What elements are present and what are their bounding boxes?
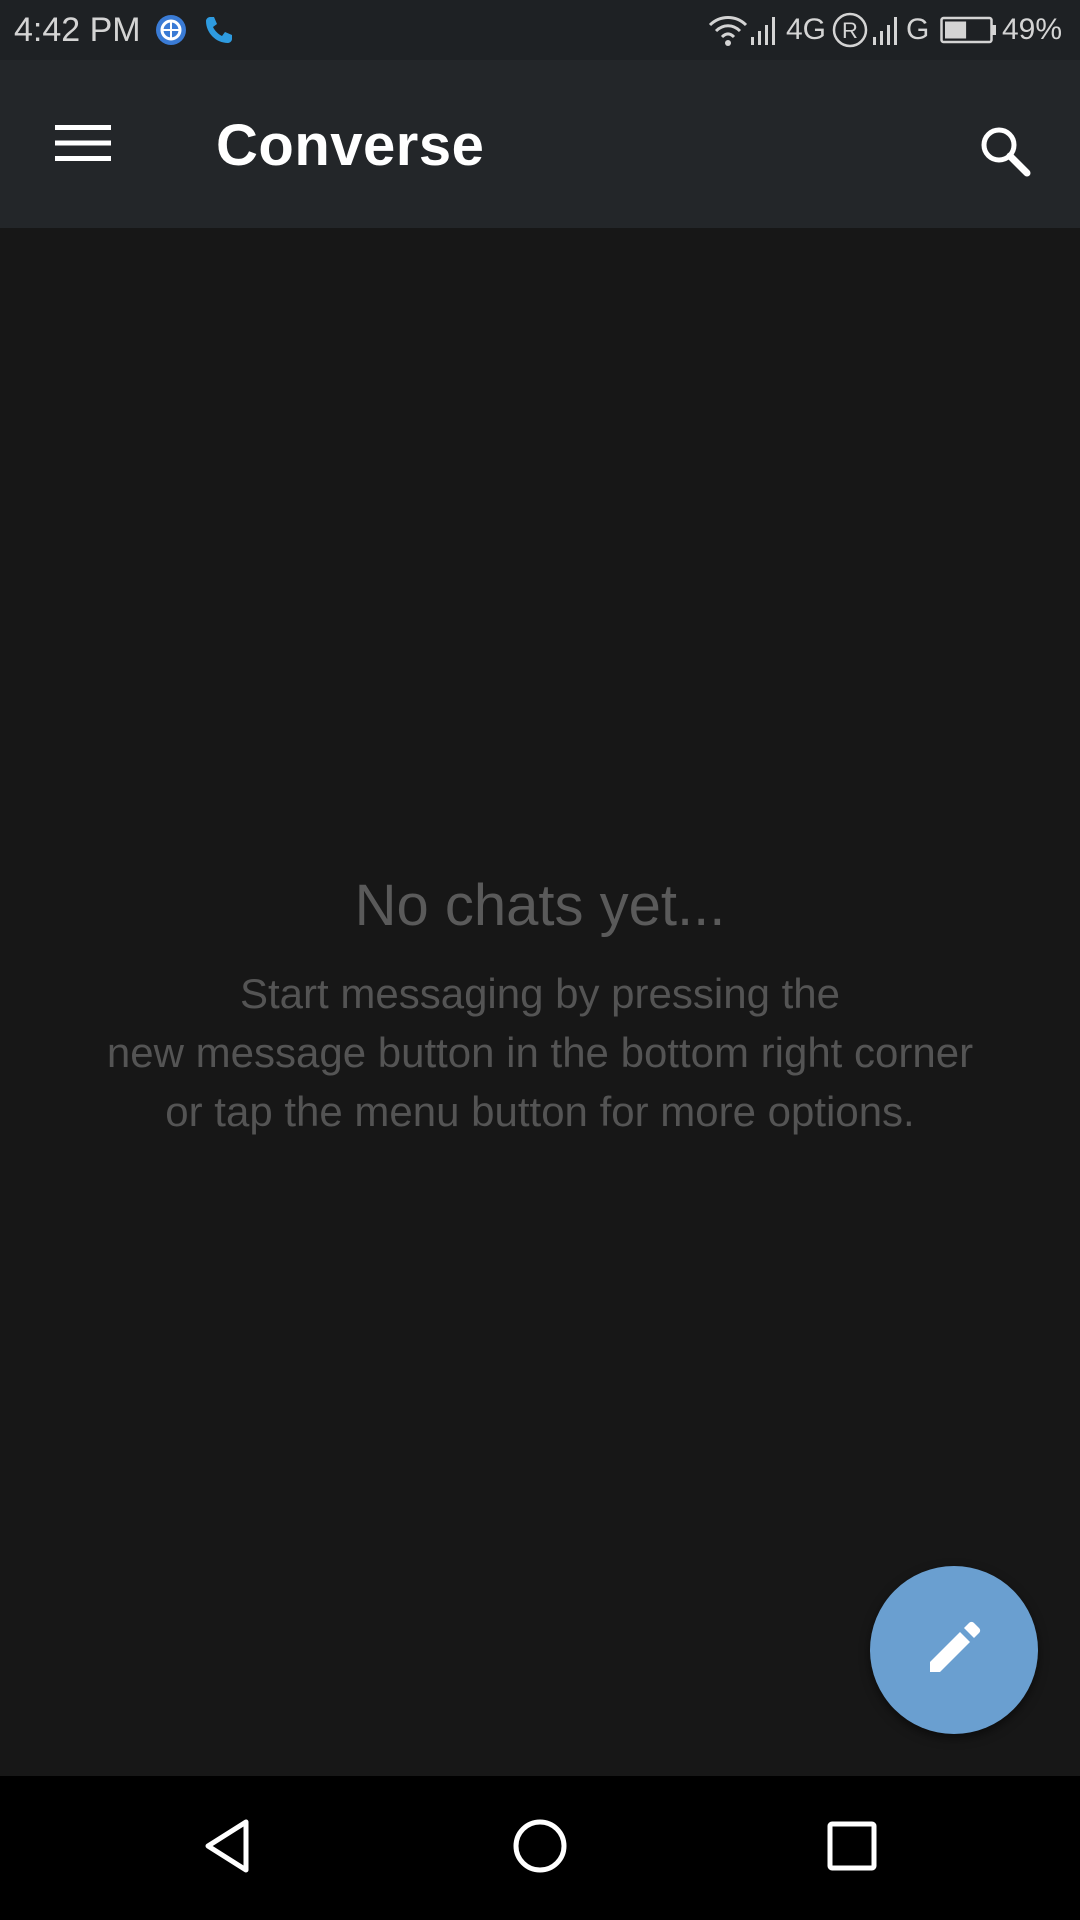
status-bar: 4:42 PM 4G R G 49% [0,0,1080,60]
empty-state-line: new message button in the bottom right c… [106,1029,974,1076]
home-button[interactable] [490,1798,590,1898]
status-time: 4:42 PM [14,11,141,49]
hamburger-menu-icon [55,123,111,168]
roaming-icon: R [832,12,868,53]
new-message-button[interactable] [870,1566,1038,1734]
recents-icon [822,1816,882,1881]
back-icon [198,1816,258,1881]
recents-button[interactable] [802,1798,902,1898]
system-nav-bar [0,1776,1080,1920]
phone-call-icon [202,13,236,52]
empty-state-line: or tap the menu button for more options. [165,1088,915,1135]
empty-state-description: Start messaging by pressing the new mess… [40,964,1040,1141]
app-screen: 4:42 PM 4G R G 49% Converse No chats yet… [0,0,1080,1920]
signal-icon-2 [872,13,902,52]
app-bar: Converse [0,60,1080,228]
search-icon [977,123,1033,184]
signal-icon [750,13,780,52]
network-type-4g: 4G [786,13,827,46]
network-type-g: G [906,13,930,46]
back-button[interactable] [178,1798,278,1898]
browser-app-icon [154,13,188,52]
wifi-icon [708,13,748,52]
menu-button[interactable] [28,112,138,178]
empty-state-title: No chats yet... [354,873,726,938]
roaming-label: R [842,18,858,43]
search-button[interactable] [960,108,1050,198]
empty-state-line: Start messaging by pressing the [240,970,840,1017]
app-title: Converse [216,113,485,178]
home-icon [510,1816,570,1881]
battery-percent: 49% [1002,13,1063,46]
pencil-icon [922,1616,986,1685]
battery-icon [940,16,998,49]
